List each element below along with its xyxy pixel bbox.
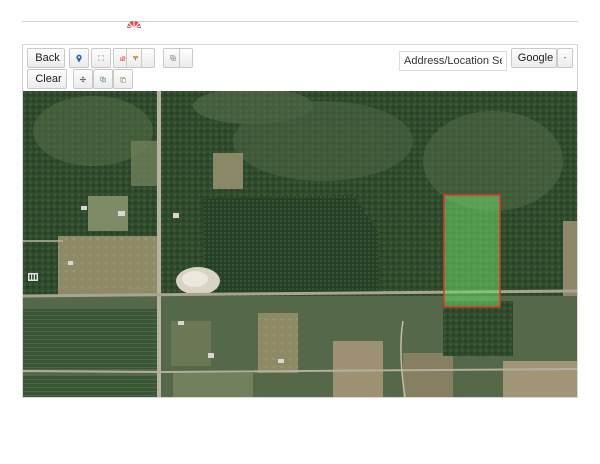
clear-button[interactable]: Clear: [27, 69, 67, 89]
drop-pin-button[interactable]: [69, 48, 89, 68]
field: [258, 313, 298, 373]
search-provider-label: Google: [517, 52, 554, 64]
copy-button[interactable]: [93, 69, 113, 89]
pine-stand: [203, 195, 379, 294]
orchard-rows: [23, 376, 158, 397]
tree-line: [443, 301, 513, 356]
aerial-map[interactable]: [23, 91, 577, 397]
aerial-imagery: [23, 91, 577, 397]
address-search-input[interactable]: [399, 51, 507, 71]
measure-dropdown-button[interactable]: [141, 48, 155, 68]
paste-icon: [120, 76, 126, 82]
orchard-rows: [23, 309, 158, 369]
layers-icon: [170, 55, 176, 61]
provider-dropdown-button[interactable]: [557, 48, 573, 68]
back-button[interactable]: Back: [27, 48, 65, 68]
sunburst-logo: [127, 20, 141, 28]
copy-icon: [100, 76, 106, 82]
caret-down-icon: [564, 57, 566, 59]
toolbar-primary: Back Address/Location Search Google: [23, 48, 577, 71]
header-divider: [22, 21, 578, 22]
pan-button[interactable]: [73, 69, 93, 89]
clearing: [213, 153, 243, 189]
field: [333, 341, 383, 397]
north-south-road: [157, 91, 161, 397]
pan-arrows-icon: [80, 76, 86, 82]
open-field: [58, 236, 158, 301]
paste-button[interactable]: [113, 69, 133, 89]
layers-dropdown-button[interactable]: [179, 48, 193, 68]
map-viewer: Back Address/Location Search Google Clea…: [22, 44, 578, 398]
search-provider-button[interactable]: Google: [511, 48, 557, 68]
selected-parcel[interactable]: [443, 194, 501, 308]
field: [171, 321, 211, 366]
clear-button-label: Clear: [35, 73, 62, 85]
clearing: [131, 141, 159, 186]
field: [403, 353, 453, 397]
toolbar-secondary: Clear: [23, 69, 577, 91]
map-scale-icon: [28, 273, 38, 281]
map-pin-icon: [76, 54, 82, 63]
measure-icon: [133, 55, 139, 61]
full-extent-icon: [98, 55, 104, 61]
back-button-label: Back: [35, 52, 60, 64]
field: [503, 361, 577, 397]
full-extent-button[interactable]: [91, 48, 111, 68]
